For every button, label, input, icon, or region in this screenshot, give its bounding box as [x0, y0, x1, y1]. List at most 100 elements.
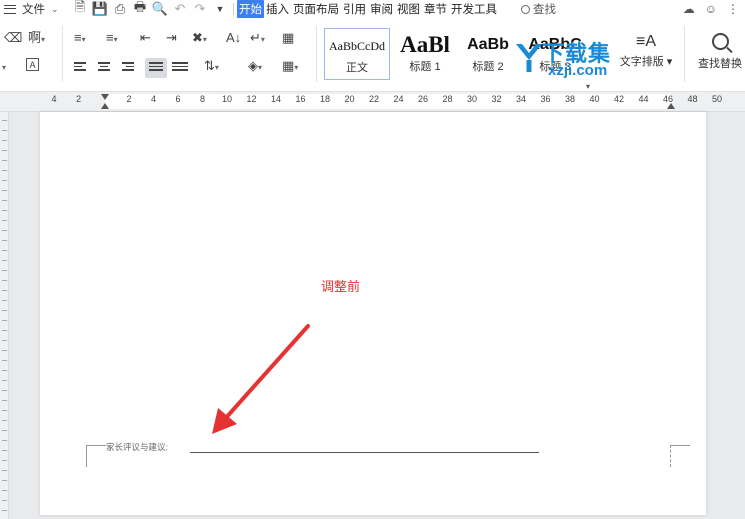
line-spacing-icon[interactable]: ⇅▾	[204, 58, 219, 76]
vertical-ruler-tick	[2, 510, 7, 511]
undo-icon[interactable]: ↶	[170, 0, 190, 18]
document-page[interactable]: 调整前 家长评议与建议:	[40, 112, 706, 515]
style-heading-2[interactable]: AaBb 标题 2	[456, 28, 520, 80]
redo-icon[interactable]: ↷	[190, 0, 210, 18]
new-document-icon[interactable]: 🗎	[70, 0, 90, 18]
ruler-tick-label: 12	[246, 94, 257, 104]
search-icon	[521, 5, 530, 14]
tab-section[interactable]: 章节	[422, 1, 449, 17]
ruler-tick-label: 8	[199, 94, 206, 104]
distributed-align-icon[interactable]	[172, 60, 188, 74]
vertical-ruler-tick	[2, 230, 7, 231]
ruler-tick-label: 38	[564, 94, 576, 104]
ruler-toggle-icon[interactable]: ▦	[282, 30, 294, 46]
print-icon[interactable]: 🖶	[130, 0, 150, 18]
customize-toolbar-icon[interactable]: ▼	[210, 0, 230, 18]
borders-icon[interactable]: ▦▾	[282, 58, 298, 76]
vertical-ruler-tick	[2, 270, 7, 271]
vertical-ruler-tick	[2, 450, 7, 451]
ruler-tick-label: 2	[76, 94, 82, 104]
chevron-down-icon: ⌄	[51, 3, 59, 14]
ruler-tick-label: 48	[687, 94, 698, 104]
tab-insert[interactable]: 插入	[264, 1, 291, 17]
decrease-indent-icon[interactable]: ⇤	[140, 30, 151, 46]
bullet-list-icon[interactable]: ≡▾	[74, 30, 86, 48]
magnifier-icon	[711, 33, 729, 50]
clear-format-icon[interactable]: ⌫	[4, 30, 22, 46]
share-user-icon[interactable]: ☺	[705, 2, 717, 16]
ruler-tick-label: 4	[150, 94, 157, 104]
style-normal[interactable]: AaBbCcDd 正文	[324, 28, 390, 80]
file-menu[interactable]: 文件 ⌄	[0, 0, 70, 18]
ruler-tick-label: 16	[295, 94, 306, 104]
show-marks-icon[interactable]: ↵▾	[250, 30, 265, 48]
text-layout-icon: ≡A	[635, 33, 656, 50]
page-margin-corner	[86, 445, 106, 467]
vertical-ruler-tick	[2, 260, 7, 261]
vertical-ruler-tick	[2, 310, 7, 311]
parent-comment-field: 家长评议与建议:	[106, 441, 540, 455]
ruler-text-area	[105, 94, 671, 109]
sort-icon[interactable]: A↓	[226, 30, 241, 46]
vertical-ruler-tick	[2, 160, 7, 161]
hanging-indent-marker[interactable]	[101, 103, 109, 109]
vertical-ruler-tick	[2, 280, 7, 281]
ruler-tick-label: 14	[270, 94, 282, 104]
tab-review[interactable]: 审阅	[368, 1, 395, 17]
vertical-ruler-tick	[2, 390, 7, 391]
group-divider	[684, 26, 685, 82]
vertical-ruler-tick	[2, 500, 7, 501]
page-margin-corner	[670, 445, 690, 467]
save-icon[interactable]: 💾	[90, 0, 110, 18]
justify-icon[interactable]	[145, 58, 167, 78]
style-heading-1[interactable]: AaBl 标题 1	[392, 28, 458, 80]
ruler-tick-label: 32	[491, 94, 502, 104]
ruler-tick-label: 30	[466, 94, 478, 104]
vertical-ruler-tick	[2, 300, 7, 301]
ruler-tick-label: 22	[368, 94, 380, 104]
horizontal-ruler[interactable]: 4 2 2 4 6 8 10 12 14 16 18 20 22 24 26 28 30 32 34 36 38 40 42…	[0, 92, 745, 112]
search-command[interactable]: 查找	[521, 1, 556, 17]
watermark-logo-icon	[516, 44, 542, 72]
vertical-ruler-tick	[2, 180, 7, 181]
vertical-ruler-tick	[2, 470, 7, 471]
style-name: 标题 1	[409, 61, 441, 73]
chinese-layout-icon[interactable]: ✖▾	[192, 30, 207, 48]
ruler-tick-label: 26	[417, 94, 429, 104]
underline-blank	[190, 452, 539, 453]
print-preview-icon[interactable]: 🔍	[150, 0, 170, 18]
vertical-ruler-tick	[2, 360, 7, 361]
character-border-icon[interactable]: A	[26, 58, 39, 71]
vertical-ruler-tick	[2, 170, 7, 171]
vertical-ruler-tick	[2, 370, 7, 371]
tab-view[interactable]: 视图	[395, 1, 422, 17]
search-label: 查找	[533, 4, 556, 16]
style-sample: AaBbCcDd	[329, 39, 385, 53]
tab-developer[interactable]: 开发工具	[449, 1, 499, 17]
watermark-url: xzji.com	[548, 62, 608, 79]
menu-bar: 文件 ⌄ 🗎 💾 ⎙ 🖶 🔍 ↶ ↷ ▼ 开始 插入 页面布局 引用 审阅 视图…	[0, 0, 745, 18]
shading-icon[interactable]: ◈▾	[248, 58, 262, 76]
vertical-ruler-tick	[2, 200, 7, 201]
text-layout-button[interactable]: ≡A 文字排版 ▾	[616, 31, 676, 69]
cloud-sync-icon[interactable]: ☁	[683, 2, 695, 16]
tab-page-layout[interactable]: 页面布局	[291, 1, 341, 17]
align-left-icon[interactable]	[74, 60, 90, 74]
ruler-tick-label: 20	[344, 94, 355, 104]
group-divider	[316, 26, 317, 82]
tab-home[interactable]: 开始	[237, 0, 264, 18]
align-right-icon[interactable]	[122, 60, 138, 74]
numbered-list-icon[interactable]: ≡▾	[106, 30, 118, 48]
font-color-dropdown-icon[interactable]: ▾	[2, 58, 6, 76]
phonetic-guide-icon[interactable]: 啊▾	[28, 30, 45, 48]
vertical-ruler[interactable]	[0, 112, 9, 519]
export-pdf-icon[interactable]: ⎙	[110, 0, 130, 18]
first-line-indent-marker[interactable]	[101, 94, 109, 100]
vertical-ruler-tick	[2, 340, 7, 341]
vertical-ruler-tick	[2, 330, 7, 331]
more-options-icon[interactable]: ⋮	[727, 2, 739, 16]
tab-references[interactable]: 引用	[341, 1, 368, 17]
align-center-icon[interactable]	[98, 60, 114, 74]
increase-indent-icon[interactable]: ⇥	[166, 30, 177, 46]
find-replace-button[interactable]: 查找替换	[694, 30, 745, 72]
